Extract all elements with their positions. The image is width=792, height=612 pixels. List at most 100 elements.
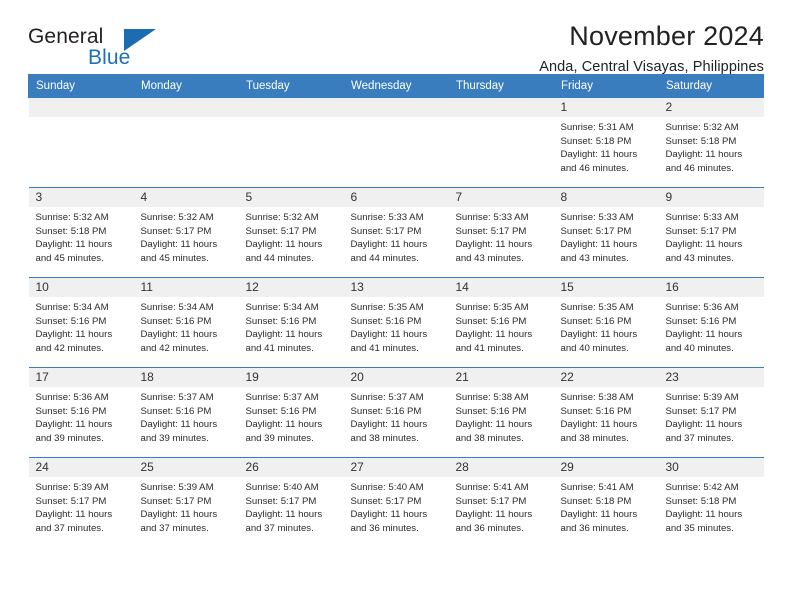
daylight-text: Daylight: 11 hours and 37 minutes.: [140, 509, 218, 534]
calendar-day-cell[interactable]: 11 Sunrise: 5:34 AM Sunset: 5:16 PM Dayligh…: [133, 277, 239, 368]
calendar-day-cell[interactable]: 16 Sunrise: 5:36 AM Sunset: 5:16 PM Dayligh…: [658, 277, 764, 368]
calendar-day-cell[interactable]: 6 Sunrise: 5:33 AM Sunset: 5:17 PM Daylight…: [343, 187, 449, 278]
day-number: 4: [133, 188, 239, 207]
day-number: 18: [133, 368, 239, 387]
sunrise-text: Sunrise: 5:37 AM: [140, 392, 214, 403]
brand-logo[interactable]: General Blue: [28, 26, 156, 68]
day-details: Sunrise: 5:34 AM Sunset: 5:16 PM Daylight:…: [239, 297, 344, 355]
daylight-text: Daylight: 11 hours and 39 minutes.: [245, 419, 323, 444]
calendar-day-cell[interactable]: 27 Sunrise: 5:40 AM Sunset: 5:17 PM Dayligh…: [343, 457, 449, 548]
sunrise-text: Sunrise: 5:32 AM: [35, 212, 109, 223]
calendar-day-cell[interactable]: 7 Sunrise: 5:33 AM Sunset: 5:17 PM Daylight…: [448, 187, 554, 278]
calendar-day-cell[interactable]: 15 Sunrise: 5:35 AM Sunset: 5:16 PM Dayligh…: [553, 277, 659, 368]
calendar-day-cell[interactable]: 21 Sunrise: 5:38 AM Sunset: 5:16 PM Dayligh…: [448, 367, 554, 458]
daylight-text: Daylight: 11 hours and 45 minutes.: [140, 239, 218, 264]
calendar-day-cell[interactable]: 17 Sunrise: 5:36 AM Sunset: 5:16 PM Dayligh…: [28, 367, 134, 458]
brand-name-primary: General: [28, 26, 156, 51]
sunrise-text: Sunrise: 5:33 AM: [350, 212, 424, 223]
calendar-day-cell-empty: [343, 97, 449, 188]
day-details: Sunrise: 5:40 AM Sunset: 5:17 PM Daylight:…: [344, 477, 449, 535]
calendar-day-cell[interactable]: 8 Sunrise: 5:33 AM Sunset: 5:17 PM Daylight…: [553, 187, 659, 278]
daylight-text: Daylight: 11 hours and 39 minutes.: [140, 419, 218, 444]
day-number: 12: [238, 278, 344, 297]
weekday-header-wednesday: Wednesday: [343, 74, 449, 98]
triangle-logo-icon: [124, 29, 156, 51]
sunset-text: Sunset: 5:16 PM: [350, 315, 422, 327]
day-details: Sunrise: 5:39 AM Sunset: 5:17 PM Daylight:…: [134, 477, 239, 535]
daylight-text: Daylight: 11 hours and 40 minutes.: [665, 329, 743, 354]
day-number: 19: [238, 368, 344, 387]
calendar-day-cell[interactable]: 23 Sunrise: 5:39 AM Sunset: 5:17 PM Dayligh…: [658, 367, 764, 458]
day-number: 15: [553, 278, 659, 297]
calendar-day-cell[interactable]: 28 Sunrise: 5:41 AM Sunset: 5:17 PM Dayligh…: [448, 457, 554, 548]
calendar-day-cell-empty: [133, 97, 239, 188]
calendar-day-cell[interactable]: 22 Sunrise: 5:38 AM Sunset: 5:16 PM Dayligh…: [553, 367, 659, 458]
sunset-text: Sunset: 5:17 PM: [350, 225, 422, 237]
day-details: Sunrise: 5:39 AM Sunset: 5:17 PM Daylight:…: [659, 387, 764, 445]
calendar-day-cell[interactable]: 19 Sunrise: 5:37 AM Sunset: 5:16 PM Dayligh…: [238, 367, 344, 458]
sunset-text: Sunset: 5:17 PM: [665, 405, 737, 417]
daylight-text: Daylight: 11 hours and 38 minutes.: [350, 419, 428, 444]
daylight-text: Daylight: 11 hours and 41 minutes.: [350, 329, 428, 354]
calendar-day-cell[interactable]: 13 Sunrise: 5:35 AM Sunset: 5:16 PM Dayligh…: [343, 277, 449, 368]
day-number: 26: [238, 458, 344, 477]
sunrise-text: Sunrise: 5:33 AM: [665, 212, 739, 223]
calendar-day-cell[interactable]: 2 Sunrise: 5:32 AM Sunset: 5:18 PM Daylight…: [658, 97, 764, 188]
day-number: 6: [343, 188, 449, 207]
calendar-day-cell[interactable]: 3 Sunrise: 5:32 AM Sunset: 5:18 PM Daylight…: [28, 187, 134, 278]
sunrise-text: Sunrise: 5:38 AM: [560, 392, 634, 403]
day-number: 17: [28, 368, 134, 387]
sunrise-text: Sunrise: 5:39 AM: [665, 392, 739, 403]
sunset-text: Sunset: 5:16 PM: [455, 405, 527, 417]
calendar-day-cell[interactable]: 30 Sunrise: 5:42 AM Sunset: 5:18 PM Dayligh…: [658, 457, 764, 548]
day-details: Sunrise: 5:31 AM Sunset: 5:18 PM Daylight:…: [554, 117, 659, 175]
calendar-day-cell[interactable]: 26 Sunrise: 5:40 AM Sunset: 5:17 PM Dayligh…: [238, 457, 344, 548]
sunset-text: Sunset: 5:18 PM: [560, 495, 632, 507]
sunset-text: Sunset: 5:16 PM: [140, 405, 212, 417]
calendar-day-cell[interactable]: 24 Sunrise: 5:39 AM Sunset: 5:17 PM Dayligh…: [28, 457, 134, 548]
calendar-day-cell[interactable]: 5 Sunrise: 5:32 AM Sunset: 5:17 PM Daylight…: [238, 187, 344, 278]
day-number: 28: [448, 458, 554, 477]
weekday-header-monday: Monday: [133, 74, 239, 98]
calendar-day-cell[interactable]: 9 Sunrise: 5:33 AM Sunset: 5:17 PM Daylight…: [658, 187, 764, 278]
calendar-header-row: Sunday Monday Tuesday Wednesday Thursday…: [28, 74, 764, 98]
calendar-day-cell[interactable]: 20 Sunrise: 5:37 AM Sunset: 5:16 PM Dayligh…: [343, 367, 449, 458]
day-details: Sunrise: 5:33 AM Sunset: 5:17 PM Daylight:…: [344, 207, 449, 265]
calendar-week-row: 17 Sunrise: 5:36 AM Sunset: 5:16 PM Dayligh…: [28, 367, 764, 458]
weekday-header-thursday: Thursday: [448, 74, 554, 98]
calendar-day-cell[interactable]: 1 Sunrise: 5:31 AM Sunset: 5:18 PM Daylight…: [553, 97, 659, 188]
daylight-text: Daylight: 11 hours and 38 minutes.: [560, 419, 638, 444]
sunset-text: Sunset: 5:17 PM: [140, 225, 212, 237]
day-details: Sunrise: 5:39 AM Sunset: 5:17 PM Daylight:…: [29, 477, 134, 535]
day-details: Sunrise: 5:37 AM Sunset: 5:16 PM Daylight:…: [344, 387, 449, 445]
sunrise-text: Sunrise: 5:38 AM: [455, 392, 529, 403]
daylight-text: Daylight: 11 hours and 42 minutes.: [140, 329, 218, 354]
day-details: Sunrise: 5:35 AM Sunset: 5:16 PM Daylight:…: [344, 297, 449, 355]
calendar-day-cell[interactable]: 12 Sunrise: 5:34 AM Sunset: 5:16 PM Dayligh…: [238, 277, 344, 368]
calendar-page: General Blue November 2024 Anda, Central…: [0, 0, 792, 612]
calendar-week-row: 3 Sunrise: 5:32 AM Sunset: 5:18 PM Daylight…: [28, 187, 764, 278]
day-number: 14: [448, 278, 554, 297]
sunset-text: Sunset: 5:16 PM: [455, 315, 527, 327]
calendar-day-cell[interactable]: 4 Sunrise: 5:32 AM Sunset: 5:17 PM Daylight…: [133, 187, 239, 278]
sunset-text: Sunset: 5:17 PM: [455, 495, 527, 507]
day-details: Sunrise: 5:37 AM Sunset: 5:16 PM Daylight:…: [134, 387, 239, 445]
day-number: [133, 98, 239, 117]
daylight-text: Daylight: 11 hours and 44 minutes.: [245, 239, 323, 264]
calendar-day-cell[interactable]: 29 Sunrise: 5:41 AM Sunset: 5:18 PM Dayligh…: [553, 457, 659, 548]
calendar-day-cell[interactable]: 18 Sunrise: 5:37 AM Sunset: 5:16 PM Dayligh…: [133, 367, 239, 458]
sunrise-text: Sunrise: 5:31 AM: [560, 122, 634, 133]
daylight-text: Daylight: 11 hours and 40 minutes.: [560, 329, 638, 354]
calendar-day-cell[interactable]: 10 Sunrise: 5:34 AM Sunset: 5:16 PM Dayligh…: [28, 277, 134, 368]
calendar-day-cell[interactable]: 25 Sunrise: 5:39 AM Sunset: 5:17 PM Dayligh…: [133, 457, 239, 548]
daylight-text: Daylight: 11 hours and 37 minutes.: [35, 509, 113, 534]
day-details: Sunrise: 5:36 AM Sunset: 5:16 PM Daylight:…: [659, 297, 764, 355]
sunrise-text: Sunrise: 5:36 AM: [665, 302, 739, 313]
sunrise-text: Sunrise: 5:39 AM: [140, 482, 214, 493]
sunset-text: Sunset: 5:17 PM: [140, 495, 212, 507]
sunset-text: Sunset: 5:18 PM: [665, 495, 737, 507]
calendar-day-cell[interactable]: 14 Sunrise: 5:35 AM Sunset: 5:16 PM Dayligh…: [448, 277, 554, 368]
day-number: 13: [343, 278, 449, 297]
daylight-text: Daylight: 11 hours and 36 minutes.: [350, 509, 428, 534]
day-details: Sunrise: 5:32 AM Sunset: 5:18 PM Daylight:…: [659, 117, 764, 175]
